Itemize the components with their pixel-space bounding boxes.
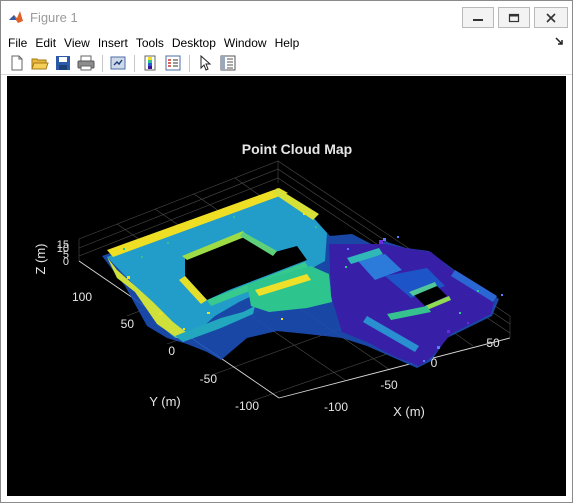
menu-help[interactable]: Help bbox=[271, 35, 304, 51]
menu-file[interactable]: File bbox=[4, 35, 31, 51]
toolbar-separator bbox=[189, 54, 190, 72]
property-inspector-icon bbox=[220, 55, 236, 71]
menu-bar: File Edit View Insert Tools Desktop Wind… bbox=[1, 33, 572, 52]
menu-window[interactable]: Window bbox=[220, 35, 271, 51]
colorbar-icon bbox=[144, 55, 156, 71]
plot-title: Point Cloud Map bbox=[242, 141, 352, 157]
open-file-icon bbox=[31, 58, 49, 70]
menu-desktop[interactable]: Desktop bbox=[168, 35, 220, 51]
print-icon bbox=[77, 55, 95, 71]
new-figure-button[interactable] bbox=[6, 53, 28, 73]
y-tick-label: 100 bbox=[72, 290, 92, 304]
edit-plot-button[interactable] bbox=[194, 53, 216, 73]
y-tick-label: 50 bbox=[121, 317, 135, 331]
property-inspector-button[interactable] bbox=[217, 53, 239, 73]
link-plot-button[interactable] bbox=[107, 53, 129, 73]
menu-view[interactable]: View bbox=[60, 35, 94, 51]
x-tick-label: 0 bbox=[431, 356, 438, 370]
minimize-button[interactable] bbox=[462, 7, 494, 28]
window-title: Figure 1 bbox=[30, 9, 78, 25]
x-tick-label: -100 bbox=[324, 400, 348, 414]
z-axis-label: Z (m) bbox=[33, 243, 48, 274]
close-button[interactable] bbox=[534, 7, 568, 28]
insert-colorbar-button[interactable] bbox=[139, 53, 161, 73]
y-tick-label: -50 bbox=[200, 372, 218, 386]
x-tick-label: 50 bbox=[486, 336, 500, 350]
minimize-icon bbox=[473, 18, 483, 21]
close-icon bbox=[546, 12, 556, 23]
y-tick-label: -100 bbox=[235, 399, 259, 413]
title-bar[interactable]: Figure 1 bbox=[1, 1, 572, 33]
maximize-icon bbox=[508, 13, 520, 22]
figure-canvas[interactable]: Point Cloud Map 15 10 5 0 Z (m) 100 50 0… bbox=[7, 76, 566, 496]
z-axis: 15 10 5 0 Z (m) bbox=[33, 239, 69, 275]
toolbar-separator bbox=[102, 54, 103, 72]
figure-window: Figure 1 File Edit View Insert Tools Des… bbox=[0, 0, 573, 503]
print-button[interactable] bbox=[75, 53, 97, 73]
matlab-logo-icon bbox=[8, 9, 24, 25]
z-tick-label: 0 bbox=[63, 256, 69, 268]
figure-toolbar bbox=[1, 52, 572, 75]
new-figure-icon bbox=[11, 55, 23, 71]
y-axis-label: Y (m) bbox=[149, 394, 181, 409]
menu-insert[interactable]: Insert bbox=[94, 35, 132, 51]
x-axis-label: X (m) bbox=[393, 404, 425, 419]
x-tick-label: -50 bbox=[380, 378, 398, 392]
extra-x-tick: -50 bbox=[380, 378, 398, 392]
open-file-button[interactable] bbox=[29, 53, 51, 73]
legend-icon bbox=[165, 55, 181, 71]
menu-tools[interactable]: Tools bbox=[132, 35, 168, 51]
insert-legend-button[interactable] bbox=[162, 53, 184, 73]
y-tick-label: 0 bbox=[168, 344, 175, 358]
link-plot-icon bbox=[110, 56, 126, 70]
point-cloud-axes[interactable]: Point Cloud Map 15 10 5 0 Z (m) 100 50 0… bbox=[7, 76, 566, 496]
dock-figure-icon[interactable] bbox=[554, 36, 564, 48]
save-button[interactable] bbox=[52, 53, 74, 73]
toolbar-separator bbox=[134, 54, 135, 72]
pointer-icon bbox=[200, 55, 212, 71]
maximize-button[interactable] bbox=[498, 7, 530, 28]
menu-edit[interactable]: Edit bbox=[31, 35, 60, 51]
save-icon bbox=[56, 56, 70, 70]
